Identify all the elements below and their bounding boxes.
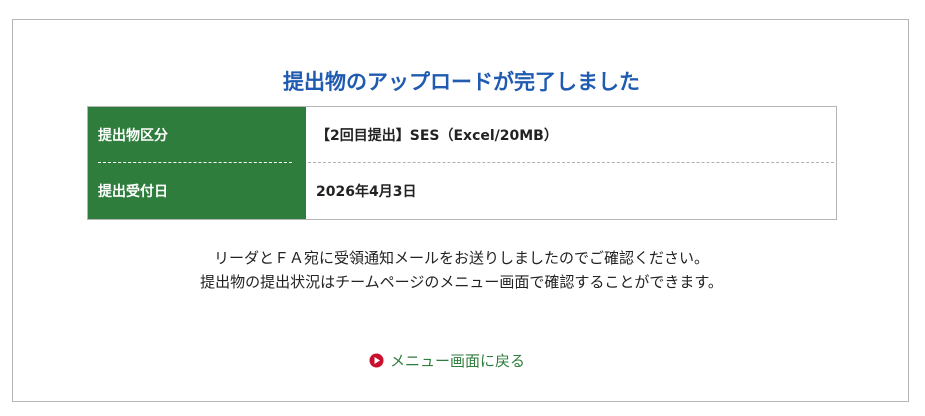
- submission-details-table: 提出物区分 【2回目提出】SES（Excel/20MB） 提出受付日 2026年…: [87, 106, 837, 220]
- table-row-category: 提出物区分 【2回目提出】SES（Excel/20MB）: [88, 107, 836, 163]
- notification-message: リーダとＦＡ宛に受領通知メールをお送りしましたのでご確認ください。 提出物の提出…: [13, 246, 910, 294]
- back-to-menu-link[interactable]: メニュー画面に戻る: [369, 350, 525, 371]
- category-value: 【2回目提出】SES（Excel/20MB）: [306, 107, 836, 163]
- received-date-value: 2026年4月3日: [316, 184, 417, 200]
- back-to-menu-label: メニュー画面に戻る: [390, 352, 526, 370]
- message-line-2: 提出物の提出状況はチームページのメニュー画面で確認することができます。: [200, 273, 723, 291]
- circle-arrow-right-icon: [369, 353, 384, 368]
- received-date-label: 提出受付日: [88, 163, 306, 219]
- page-title: 提出物のアップロードが完了しました: [283, 70, 640, 94]
- completion-panel: 提出物のアップロードが完了しました 提出物区分 【2回目提出】SES（Excel…: [12, 19, 909, 402]
- category-label: 提出物区分: [88, 107, 306, 163]
- table-row-date: 提出受付日 2026年4月3日: [88, 163, 836, 219]
- message-line-1: リーダとＦＡ宛に受領通知メールをお送りしましたのでご確認ください。: [213, 249, 709, 267]
